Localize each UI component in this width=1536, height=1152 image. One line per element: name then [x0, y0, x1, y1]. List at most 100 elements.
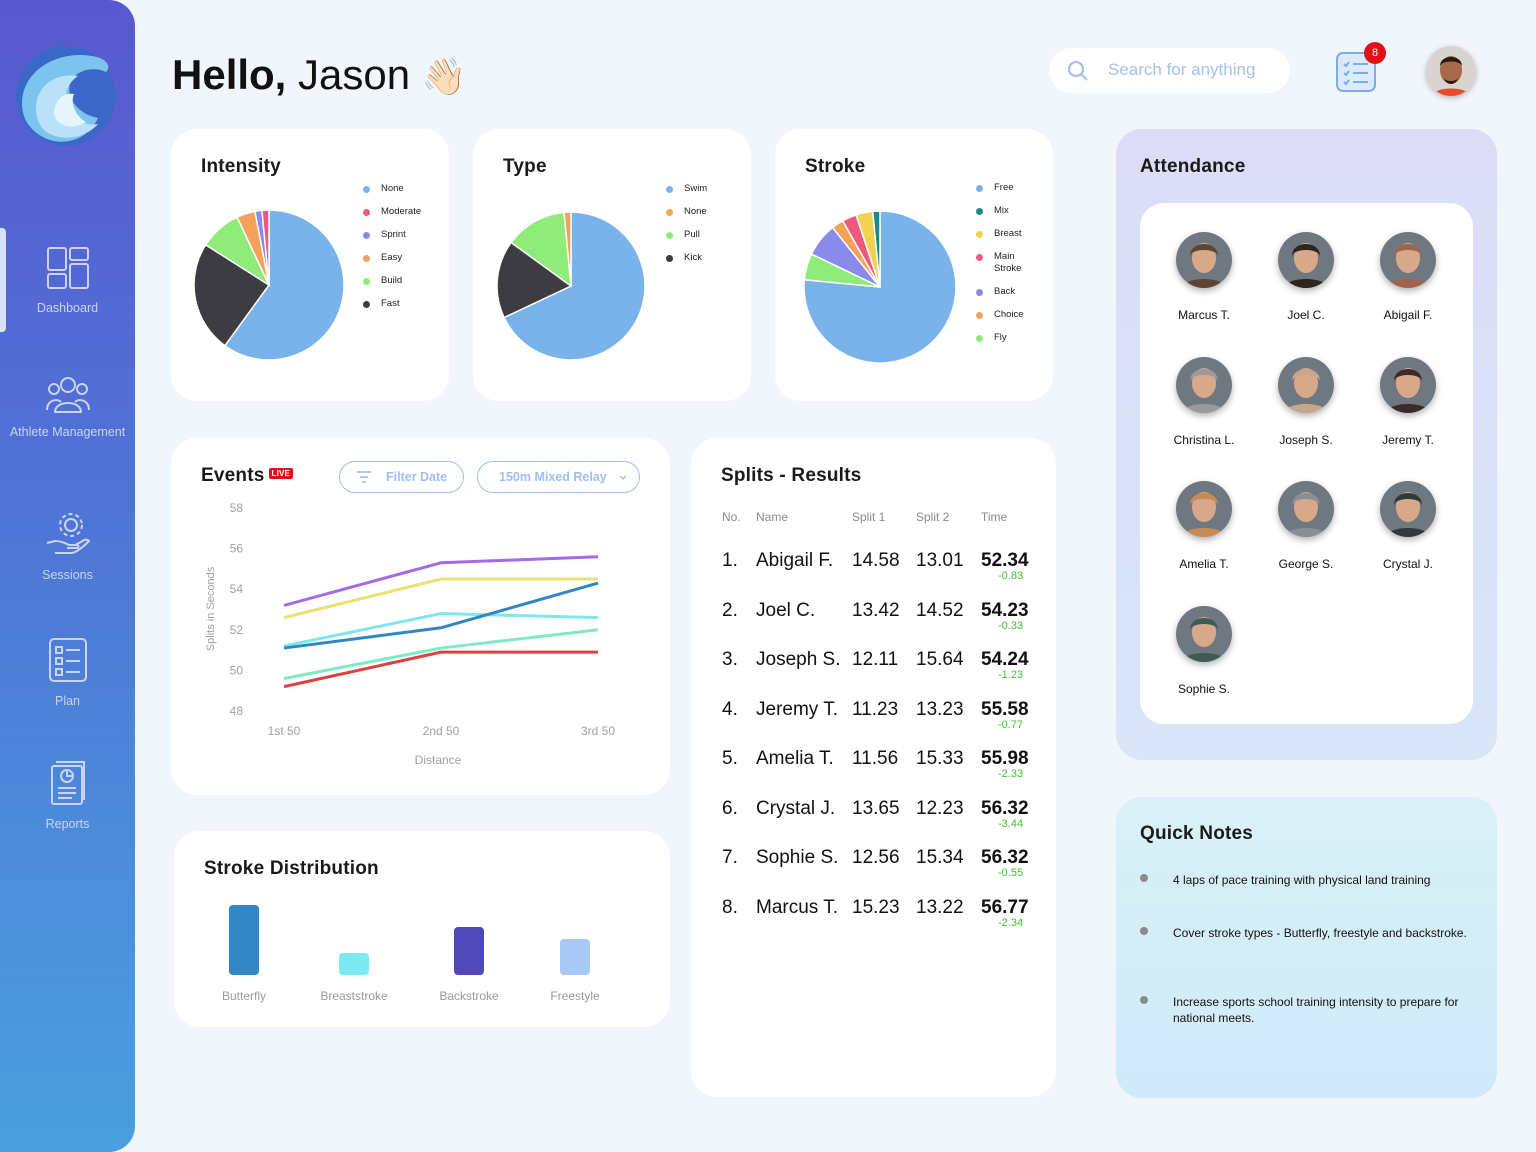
avatar: [1176, 481, 1232, 537]
stroke-legend: Free Mix Breast Main Stroke Back Choice Fly: [976, 182, 1036, 355]
bar[interactable]: [454, 927, 484, 975]
note-item[interactable]: Cover stroke types - Butterfly, freestyl…: [1140, 925, 1470, 941]
splits-cell-s1: 14.58: [852, 550, 900, 571]
sidebar: Dashboard Athlete Management Sessions Pl…: [0, 0, 135, 1152]
nav-reports[interactable]: Reports: [0, 760, 135, 833]
bar[interactable]: [339, 953, 369, 975]
avatar: [1278, 481, 1334, 537]
user-name: Jason: [298, 51, 411, 98]
nav-sessions[interactable]: Sessions: [0, 511, 135, 584]
splits-cell-name: Joel C.: [756, 599, 816, 621]
stroke-title: Stroke: [805, 156, 866, 177]
legend-dot: [976, 184, 983, 192]
note-text: Cover stroke types - Butterfly, freestyl…: [1173, 926, 1467, 940]
splits-row[interactable]: 8. Marcus T. 15.23 13.22 56.77 -2.34: [722, 897, 1042, 937]
intensity-pie: [193, 209, 345, 361]
y-tick-label: 52: [230, 623, 244, 637]
attendance-person[interactable]: Marcus T.: [1154, 232, 1254, 322]
attendance-person[interactable]: Joel C.: [1256, 232, 1356, 322]
x-tick-label: 2nd 50: [423, 724, 460, 738]
series-line[interactable]: [283, 577, 598, 620]
splits-row[interactable]: 2. Joel C. 13.42 14.52 54.23 -0.33: [722, 600, 1042, 640]
nav-dashboard[interactable]: Dashboard: [0, 228, 135, 332]
legend-dot: [666, 208, 673, 216]
attendance-person[interactable]: George S.: [1256, 481, 1356, 571]
splits-row[interactable]: 5. Amelia T. 11.56 15.33 55.98 -2.33: [722, 748, 1042, 788]
legend-dot: [976, 253, 983, 261]
event-select[interactable]: 150m Mixed Relay: [477, 461, 640, 493]
splits-header-no: No.: [722, 510, 741, 524]
nav-label: Dashboard: [36, 301, 99, 315]
filter-date-label: Filter Date: [386, 470, 448, 484]
legend-item: Build: [363, 275, 421, 287]
splits-header-split2: Split 2: [916, 510, 950, 524]
bar-label: Freestyle: [550, 989, 600, 1003]
attendance-person[interactable]: Joseph S.: [1256, 356, 1356, 447]
greeting: Hello, Jason 👋🏻: [172, 50, 467, 102]
stroke-bar-chart: [229, 905, 590, 975]
splits-cell-time: 54.24: [981, 649, 1029, 670]
attendance-person[interactable]: Christina L.: [1154, 356, 1254, 447]
search-placeholder: Search for anything: [1108, 60, 1256, 79]
attendance-person[interactable]: Amelia T.: [1154, 481, 1254, 571]
legend-label: Choice: [994, 309, 1024, 320]
note-text: Increase sports school training intensit…: [1173, 995, 1459, 1025]
splits-delta: -1.23: [998, 669, 1024, 681]
x-axis-label: Distance: [415, 753, 462, 767]
splits-cell-time: 56.32: [981, 847, 1029, 868]
live-badge: LIVE: [268, 468, 294, 480]
splits-delta: -2.33: [998, 768, 1024, 780]
events-title-text: Events: [201, 465, 265, 486]
type-pie: [496, 211, 646, 361]
attendance-person[interactable]: Crystal J.: [1358, 481, 1458, 571]
legend-label: Free: [994, 182, 1014, 193]
nav-label: Athlete Management: [9, 425, 126, 439]
nav-label: Sessions: [42, 568, 93, 582]
splits-cell-name: Marcus T.: [756, 896, 839, 918]
legend-item: Pull: [666, 229, 707, 241]
nav-plan[interactable]: Plan: [0, 637, 135, 710]
splits-row[interactable]: 6. Crystal J. 13.65 12.23 56.32 -3.44: [722, 798, 1042, 838]
splits-cell-s1: 13.65: [852, 797, 900, 819]
note-item[interactable]: Increase sports school training intensit…: [1140, 994, 1470, 1026]
series-line[interactable]: [283, 555, 599, 607]
bar[interactable]: [229, 905, 259, 975]
bar[interactable]: [560, 939, 590, 975]
legend-label: Kick: [684, 252, 702, 263]
filter-date-button[interactable]: Filter Date: [339, 461, 464, 493]
filter-icon: [357, 471, 371, 483]
splits-row[interactable]: 3. Joseph S. 12.11 15.64 54.24 -1.23: [722, 649, 1042, 689]
nav-athlete-management[interactable]: Athlete Management: [0, 376, 135, 441]
user-avatar[interactable]: [1426, 46, 1476, 96]
event-select-value: 150m Mixed Relay: [499, 470, 607, 484]
legend-label: Swim: [684, 183, 708, 194]
y-tick-label: 48: [230, 704, 244, 718]
search-input[interactable]: Search for anything: [1049, 48, 1290, 93]
splits-row[interactable]: 4. Jeremy T. 11.23 13.23 55.58 -0.77: [722, 699, 1042, 739]
note-item[interactable]: 4 laps of pace training with physical la…: [1140, 872, 1470, 888]
splits-cell-no: 3.: [722, 649, 738, 670]
legend-dot: [363, 231, 370, 239]
avatar: [1278, 356, 1334, 413]
splits-row[interactable]: 1. Abigail F. 14.58 13.01 52.34 -0.83: [722, 550, 1042, 590]
legend-dot: [363, 254, 370, 262]
avatar: [1176, 356, 1232, 413]
splits-delta: -0.55: [998, 867, 1024, 879]
legend-label: Pull: [684, 229, 700, 240]
splits-cell-name: Crystal J.: [756, 797, 836, 819]
splits-cell-s1: 11.23: [852, 698, 899, 720]
splits-header-name: Name: [756, 510, 789, 524]
legend-dot: [363, 277, 370, 285]
bullet-icon: [1140, 996, 1148, 1004]
attendance-person[interactable]: Abigail F.: [1358, 232, 1458, 322]
wave-logo-icon[interactable]: [14, 44, 118, 148]
attendance-person[interactable]: Jeremy T.: [1358, 356, 1458, 447]
splits-cell-s1: 12.11: [852, 649, 899, 670]
splits-delta: -0.83: [998, 570, 1024, 582]
splits-row[interactable]: 7. Sophie S. 12.56 15.34 56.32 -0.55: [722, 847, 1042, 887]
events-title: Events LIVE: [201, 465, 294, 487]
legend-item: Sprint: [363, 229, 421, 241]
legend-dot: [363, 208, 370, 216]
splits-delta: -2.34: [998, 916, 1024, 929]
attendance-person[interactable]: Sophie S.: [1154, 605, 1254, 696]
